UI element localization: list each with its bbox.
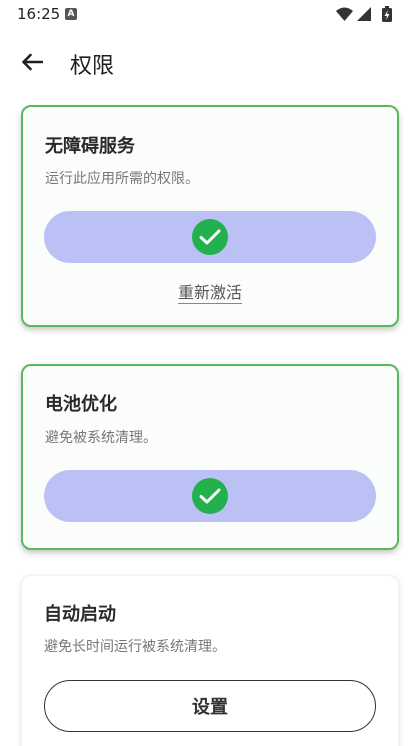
granted-badge (192, 219, 228, 255)
status-icons (336, 6, 394, 22)
check-icon (199, 488, 221, 504)
reactivate-link-label: 重新激活 (177, 283, 242, 304)
accessibility-service-card: 无障碍服务 运行此应用所需的权限。 重新激活 (21, 105, 399, 327)
granted-badge (192, 478, 228, 514)
battery-card-description: 避免被系统清理。 (45, 430, 157, 446)
autostart-settings-button[interactable]: 设置 (44, 680, 376, 732)
status-time: 16:25 (17, 5, 61, 23)
accessibility-card-title: 无障碍服务 (45, 136, 135, 157)
wifi-icon (336, 7, 353, 21)
back-button[interactable] (14, 44, 50, 80)
battery-card-title: 电池优化 (45, 394, 117, 415)
notification-a-icon: A (65, 8, 77, 20)
reactivate-link[interactable]: 重新激活 (23, 279, 397, 304)
battery-icon (382, 6, 392, 22)
battery-status-pill[interactable] (44, 470, 376, 522)
signal-icon (357, 7, 371, 21)
check-icon (199, 229, 221, 245)
accessibility-card-description: 运行此应用所需的权限。 (45, 171, 199, 187)
arrow-left-icon (22, 53, 43, 71)
status-bar: 16:25 A (0, 0, 420, 28)
app-bar: 权限 (0, 38, 420, 86)
autostart-card-description: 避免长时间运行被系统清理。 (44, 639, 226, 655)
accessibility-status-pill[interactable] (44, 211, 376, 263)
battery-optimization-card: 电池优化 避免被系统清理。 (21, 364, 399, 550)
page-title: 权限 (70, 54, 115, 79)
autostart-card-title: 自动启动 (44, 604, 116, 625)
autostart-card: 自动启动 避免长时间运行被系统清理。 设置 (21, 575, 399, 746)
